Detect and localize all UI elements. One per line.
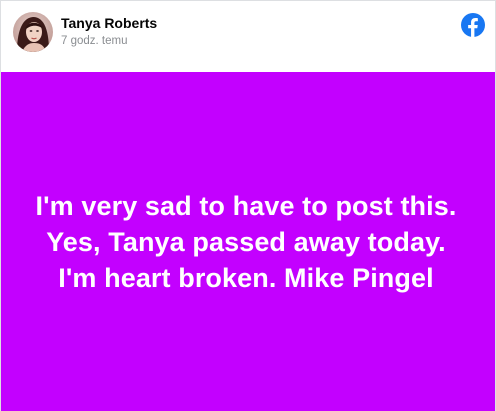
author-name[interactable]: Tanya Roberts [61, 15, 157, 31]
social-post-card: Tanya Roberts 7 godz. temu I'm very sad … [0, 0, 496, 411]
post-timestamp[interactable]: 7 godz. temu [61, 35, 127, 47]
post-text: I'm very sad to have to post this. Yes, … [35, 190, 457, 293]
post-colored-background: I'm very sad to have to post this. Yes, … [1, 72, 495, 411]
author-avatar[interactable] [13, 12, 53, 52]
post-header: Tanya Roberts 7 godz. temu [1, 1, 495, 72]
facebook-logo-icon[interactable] [461, 13, 485, 37]
avatar-image [13, 12, 53, 52]
